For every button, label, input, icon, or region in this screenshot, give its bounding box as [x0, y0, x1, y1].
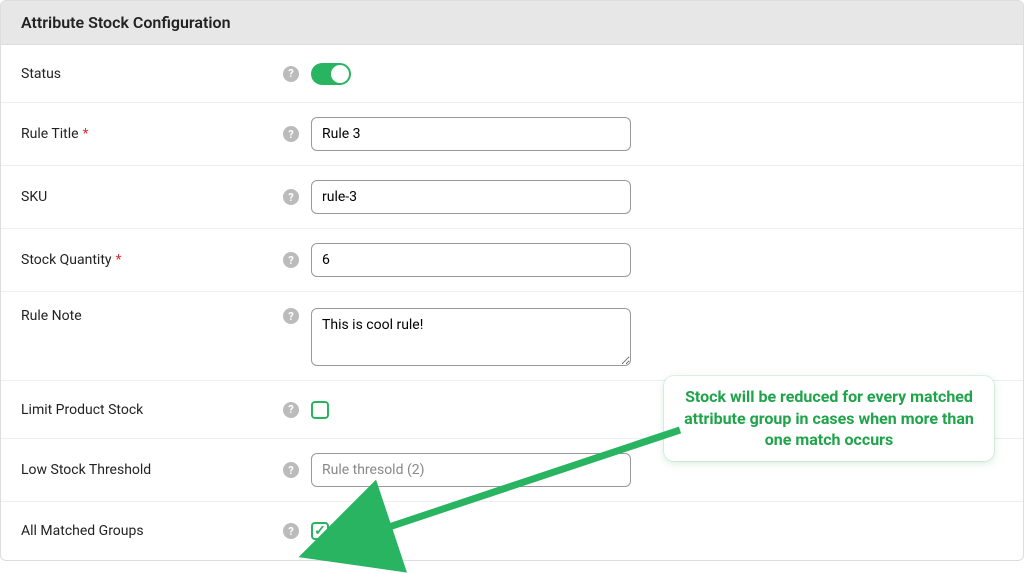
low-threshold-input[interactable] — [311, 453, 631, 487]
label-sku: SKU — [21, 189, 271, 205]
control-sku — [311, 180, 1003, 214]
help-col-status: ? — [271, 66, 311, 82]
label-text-limit-stock: Limit Product Stock — [21, 402, 143, 418]
panel-title: Attribute Stock Configuration — [1, 1, 1023, 45]
all-matched-checkbox[interactable] — [311, 522, 329, 540]
help-icon[interactable]: ? — [283, 523, 299, 539]
required-asterisk: * — [83, 126, 89, 142]
row-rule-note: Rule Note ? — [1, 292, 1023, 381]
stock-qty-input[interactable] — [311, 243, 631, 277]
help-icon[interactable]: ? — [283, 402, 299, 418]
callout-text: Stock will be reduced for every matched … — [684, 387, 974, 449]
help-col-low-thresh: ? — [271, 462, 311, 478]
sku-input[interactable] — [311, 180, 631, 214]
help-icon[interactable]: ? — [283, 252, 299, 268]
label-text-low-thresh: Low Stock Threshold — [21, 462, 151, 478]
help-col-rule-note: ? — [271, 308, 311, 324]
help-icon[interactable]: ? — [283, 189, 299, 205]
row-status: Status ? — [1, 45, 1023, 103]
label-text-sku: SKU — [21, 189, 47, 205]
label-text-rule-note: Rule Note — [21, 308, 82, 324]
help-col-all-matched: ? — [271, 523, 311, 539]
rule-title-input[interactable] — [311, 117, 631, 151]
control-rule-title — [311, 117, 1003, 151]
help-col-rule-title: ? — [271, 126, 311, 142]
status-toggle[interactable] — [311, 63, 351, 85]
toggle-knob — [331, 65, 349, 83]
control-stock-qty — [311, 243, 1003, 277]
tooltip-callout: Stock will be reduced for every matched … — [664, 376, 994, 461]
help-col-stock-qty: ? — [271, 252, 311, 268]
row-sku: SKU ? — [1, 166, 1023, 229]
label-rule-note: Rule Note — [21, 308, 271, 324]
row-all-matched: All Matched Groups ? — [1, 502, 1023, 560]
control-rule-note — [311, 308, 1003, 366]
required-asterisk: * — [116, 252, 122, 268]
limit-stock-checkbox[interactable] — [311, 401, 329, 419]
rule-note-textarea[interactable] — [311, 308, 631, 366]
label-text-stock-qty: Stock Quantity — [21, 252, 112, 268]
label-status: Status — [21, 66, 271, 82]
config-panel: Attribute Stock Configuration Status ? R… — [0, 0, 1024, 561]
label-text-status: Status — [21, 66, 61, 82]
row-rule-title: Rule Title * ? — [1, 103, 1023, 166]
label-rule-title: Rule Title * — [21, 126, 271, 142]
control-all-matched — [311, 522, 1003, 540]
label-text-all-matched: All Matched Groups — [21, 523, 144, 539]
help-icon[interactable]: ? — [283, 126, 299, 142]
row-stock-qty: Stock Quantity * ? — [1, 229, 1023, 292]
label-low-thresh: Low Stock Threshold — [21, 462, 271, 478]
label-text-rule-title: Rule Title — [21, 126, 79, 142]
help-col-limit-stock: ? — [271, 402, 311, 418]
control-status — [311, 63, 1003, 85]
label-stock-qty: Stock Quantity * — [21, 252, 271, 268]
label-all-matched: All Matched Groups — [21, 523, 271, 539]
label-limit-stock: Limit Product Stock — [21, 402, 271, 418]
help-icon[interactable]: ? — [283, 66, 299, 82]
help-col-sku: ? — [271, 189, 311, 205]
help-icon[interactable]: ? — [283, 308, 299, 324]
help-icon[interactable]: ? — [283, 462, 299, 478]
